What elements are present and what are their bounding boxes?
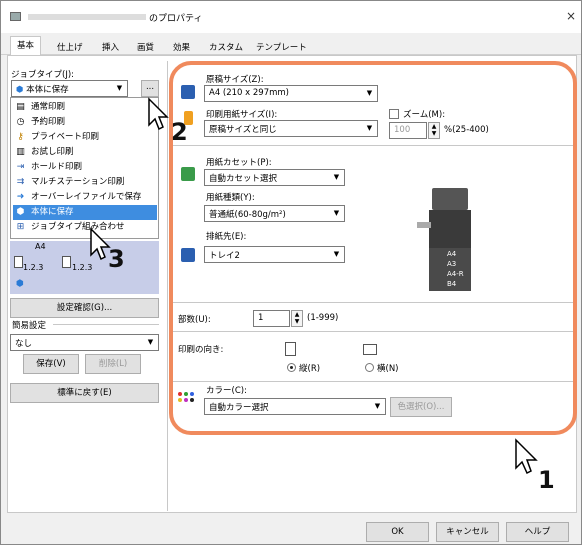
overlay-icon: ➜ bbox=[16, 192, 25, 202]
job-preview: A4 1.2.3 1.2.3 ⬢ bbox=[10, 241, 159, 294]
list-item[interactable]: ◷ 予約印刷 bbox=[13, 115, 157, 130]
list-item[interactable]: ▥ お試し印刷 bbox=[13, 145, 157, 160]
document-icon: ▤ bbox=[16, 102, 25, 112]
preview-count-b: 1.2.3 bbox=[72, 263, 93, 272]
divider bbox=[53, 324, 159, 325]
job-type-more-button[interactable]: ... bbox=[141, 80, 159, 97]
store-icon: ⬢ bbox=[16, 85, 24, 95]
callout-2: 2 bbox=[171, 118, 188, 146]
chevron-down-icon: ▼ bbox=[116, 84, 123, 92]
list-item[interactable]: ➜ オーバーレイファイルで保存 bbox=[13, 190, 157, 205]
tab-insert[interactable]: 挿入 bbox=[96, 39, 125, 55]
key-icon: ⚷ bbox=[17, 132, 24, 142]
properties-dialog: のプロパティ × 基本 仕上げ 挿入 画質 効果 カスタム テンプレート ジョブ… bbox=[0, 0, 582, 545]
title-bar: のプロパティ × bbox=[1, 1, 581, 33]
cancel-button[interactable]: キャンセル bbox=[436, 522, 499, 542]
store-icon: ⬢ bbox=[16, 279, 24, 289]
tab-custom[interactable]: カスタム bbox=[203, 39, 249, 55]
multistation-icon: ⇉ bbox=[16, 177, 25, 187]
combine-icon: ⊞ bbox=[16, 222, 25, 232]
page-stack-icon bbox=[62, 256, 71, 268]
preview-count-a: 1.2.3 bbox=[23, 263, 44, 272]
job-type-label: ジョブタイプ(J): bbox=[11, 70, 75, 80]
preview-paper-label: A4 bbox=[35, 242, 46, 251]
tab-template[interactable]: テンプレート bbox=[250, 39, 313, 55]
tab-quality[interactable]: 画質 bbox=[131, 39, 160, 55]
list-item[interactable]: ⇉ マルチステーション印刷 bbox=[13, 175, 157, 190]
save-button[interactable]: 保存(V) bbox=[23, 354, 79, 374]
page-stack-icon bbox=[14, 256, 23, 268]
list-item-selected[interactable]: ⬢ 本体に保存 bbox=[13, 205, 157, 220]
list-item[interactable]: ⚷ プライベート印刷 bbox=[13, 130, 157, 145]
close-button[interactable]: × bbox=[566, 9, 576, 23]
restore-defaults-button[interactable]: 標準に戻す(E) bbox=[10, 383, 159, 403]
settings-check-button[interactable]: 設定確認(G)... bbox=[10, 298, 159, 318]
store-icon: ⬢ bbox=[16, 207, 25, 217]
easy-settings-value: なし bbox=[15, 339, 33, 349]
list-item[interactable]: ▤ 通常印刷 bbox=[13, 100, 157, 115]
delete-button[interactable]: 削除(L) bbox=[85, 354, 141, 374]
ok-button[interactable]: OK bbox=[366, 522, 429, 542]
easy-settings-select[interactable]: なし ▼ bbox=[10, 334, 159, 351]
job-type-select[interactable]: ⬢ 本体に保存 ▼ bbox=[11, 80, 128, 97]
copies-icon: ▥ bbox=[16, 147, 25, 157]
window-title: のプロパティ bbox=[149, 14, 203, 24]
easy-settings-label: 簡易設定 bbox=[12, 321, 47, 331]
job-type-value: 本体に保存 bbox=[26, 85, 69, 95]
cursor-icon bbox=[148, 97, 169, 131]
hold-icon: ⇥ bbox=[16, 162, 25, 172]
clock-icon: ◷ bbox=[16, 117, 25, 127]
printer-icon bbox=[10, 12, 21, 21]
tab-effects[interactable]: 効果 bbox=[167, 39, 196, 55]
job-type-list[interactable]: ▤ 通常印刷 ◷ 予約印刷 ⚷ プライベート印刷 ▥ お試し印刷 ⇥ ホールド印刷 ⇉ マル… bbox=[10, 97, 159, 239]
chevron-down-icon: ▼ bbox=[147, 338, 154, 346]
tab-finishing[interactable]: 仕上げ bbox=[51, 39, 89, 55]
callout-3: 3 bbox=[108, 245, 125, 273]
blurred-printer-name bbox=[28, 14, 146, 20]
callout-1: 1 bbox=[538, 466, 555, 494]
list-item[interactable]: ⇥ ホールド印刷 bbox=[13, 160, 157, 175]
settings-highlight-frame bbox=[169, 61, 577, 435]
help-button[interactable]: ヘルプ bbox=[506, 522, 569, 542]
list-item[interactable]: ⊞ ジョブタイプ組み合わせ bbox=[13, 220, 157, 235]
cursor-icon bbox=[515, 438, 538, 475]
tab-basic[interactable]: 基本 bbox=[10, 36, 42, 56]
